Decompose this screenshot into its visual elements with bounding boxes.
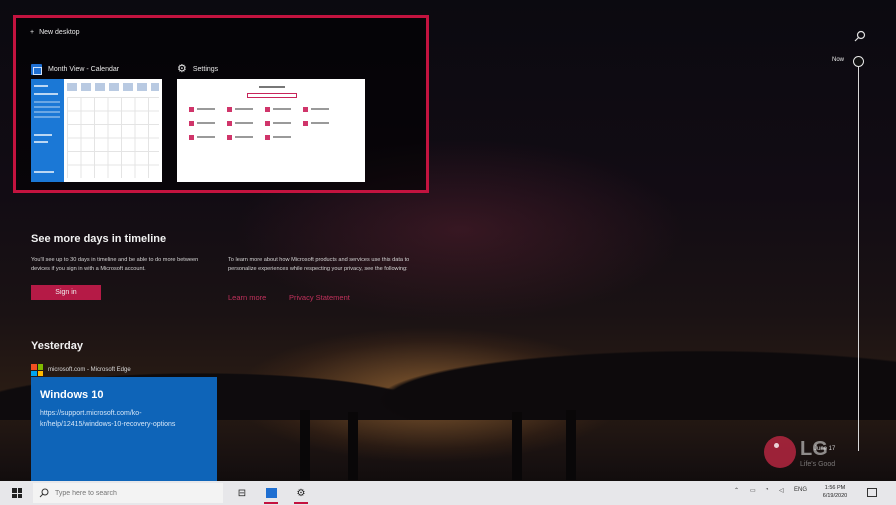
settings-category (189, 107, 219, 113)
settings-category (265, 135, 295, 141)
timeline-scroll-handle[interactable] (853, 56, 864, 67)
timeline-now-label: Now (832, 57, 845, 63)
activity-source-text: microsoft.com - Microsoft Edge (48, 367, 131, 373)
language-indicator[interactable]: ENG (794, 487, 807, 493)
plus-icon: + (30, 29, 35, 36)
calendar-icon (31, 64, 42, 75)
settings-window-thumbnail[interactable] (177, 79, 365, 182)
activity-source: microsoft.com - Microsoft Edge (31, 364, 131, 376)
settings-title-bar (259, 86, 285, 88)
calendar-month-grid (67, 97, 159, 178)
settings-category (303, 107, 333, 113)
pier-post (348, 412, 358, 480)
search-icon (39, 488, 49, 498)
search-icon[interactable] (854, 30, 866, 42)
pier-post (512, 412, 522, 480)
new-desktop-label: New desktop (39, 29, 80, 36)
window-title-calendar[interactable]: Month View - Calendar (31, 64, 119, 75)
settings-category (265, 107, 295, 113)
calendar-taskbar-button[interactable] (262, 484, 280, 504)
volume-icon[interactable]: ◁ (779, 487, 784, 494)
calendar-icon (265, 488, 277, 498)
settings-taskbar-button[interactable]: ⚙ (292, 484, 310, 504)
task-view-icon[interactable]: ⊟ (233, 484, 251, 502)
learn-more-link[interactable]: Learn more (228, 293, 266, 302)
lg-tagline: Life's Good (800, 461, 836, 468)
pier-post (566, 410, 576, 480)
action-center-icon[interactable] (867, 488, 877, 497)
privacy-statement-link[interactable]: Privacy Statement (289, 293, 350, 302)
window-title-text: Month View - Calendar (48, 66, 120, 73)
settings-category (189, 135, 219, 141)
settings-category (265, 121, 295, 127)
settings-search-box (247, 93, 297, 98)
settings-category (189, 121, 219, 127)
taskbar-search-box[interactable] (33, 483, 223, 503)
chevron-up-icon[interactable]: ⌃ (734, 487, 739, 494)
lg-brand-text: LG (800, 438, 828, 460)
settings-category (227, 121, 257, 127)
settings-category (303, 121, 333, 127)
gear-icon: ⚙ (296, 487, 306, 499)
timeline-scrollbar[interactable] (858, 66, 859, 451)
start-button-windows-icon[interactable] (12, 488, 22, 498)
settings-category (227, 107, 257, 113)
timeline-promo-title: See more days in timeline (31, 233, 167, 245)
yesterday-heading: Yesterday (31, 340, 83, 352)
activity-card-title: Windows 10 (40, 389, 104, 401)
new-desktop-button[interactable]: + New desktop (30, 29, 80, 36)
lg-logo-icon (764, 436, 796, 468)
taskbar: ⊟ ⚙ ⌃ ▭ ◔ ◁ ENG 1:56 PM 6/19/2020 (0, 481, 896, 505)
taskbar-clock[interactable]: 1:56 PM 6/19/2020 (818, 485, 852, 500)
sign-in-button[interactable]: Sign in (31, 285, 101, 300)
activity-card-url: https://support.microsoft.com/ko-kr/help… (40, 410, 176, 428)
calendar-sidebar (31, 79, 64, 182)
search-input[interactable] (55, 489, 205, 497)
battery-icon[interactable]: ▭ (750, 487, 756, 494)
privacy-info-text: To learn more about how Microsoft produc… (228, 257, 410, 272)
clock-time: 1:56 PM (824, 485, 846, 491)
gear-icon: ⚙ (177, 63, 187, 75)
window-title-text: Settings (192, 66, 219, 73)
window-title-settings[interactable]: ⚙ Settings (177, 64, 218, 75)
microsoft-logo-icon (31, 364, 43, 376)
clock-date: 6/19/2020 (822, 492, 848, 499)
calendar-window-thumbnail[interactable] (31, 79, 162, 182)
settings-category (227, 135, 257, 141)
timeline-promo-description: You'll see up to 30 days in timeline and… (31, 257, 199, 272)
pier-post (300, 410, 310, 480)
calendar-header (67, 83, 159, 91)
wifi-icon[interactable]: ◔ (765, 487, 769, 493)
activity-card-windows10[interactable]: Windows 10 https://support.microsoft.com… (31, 377, 217, 481)
